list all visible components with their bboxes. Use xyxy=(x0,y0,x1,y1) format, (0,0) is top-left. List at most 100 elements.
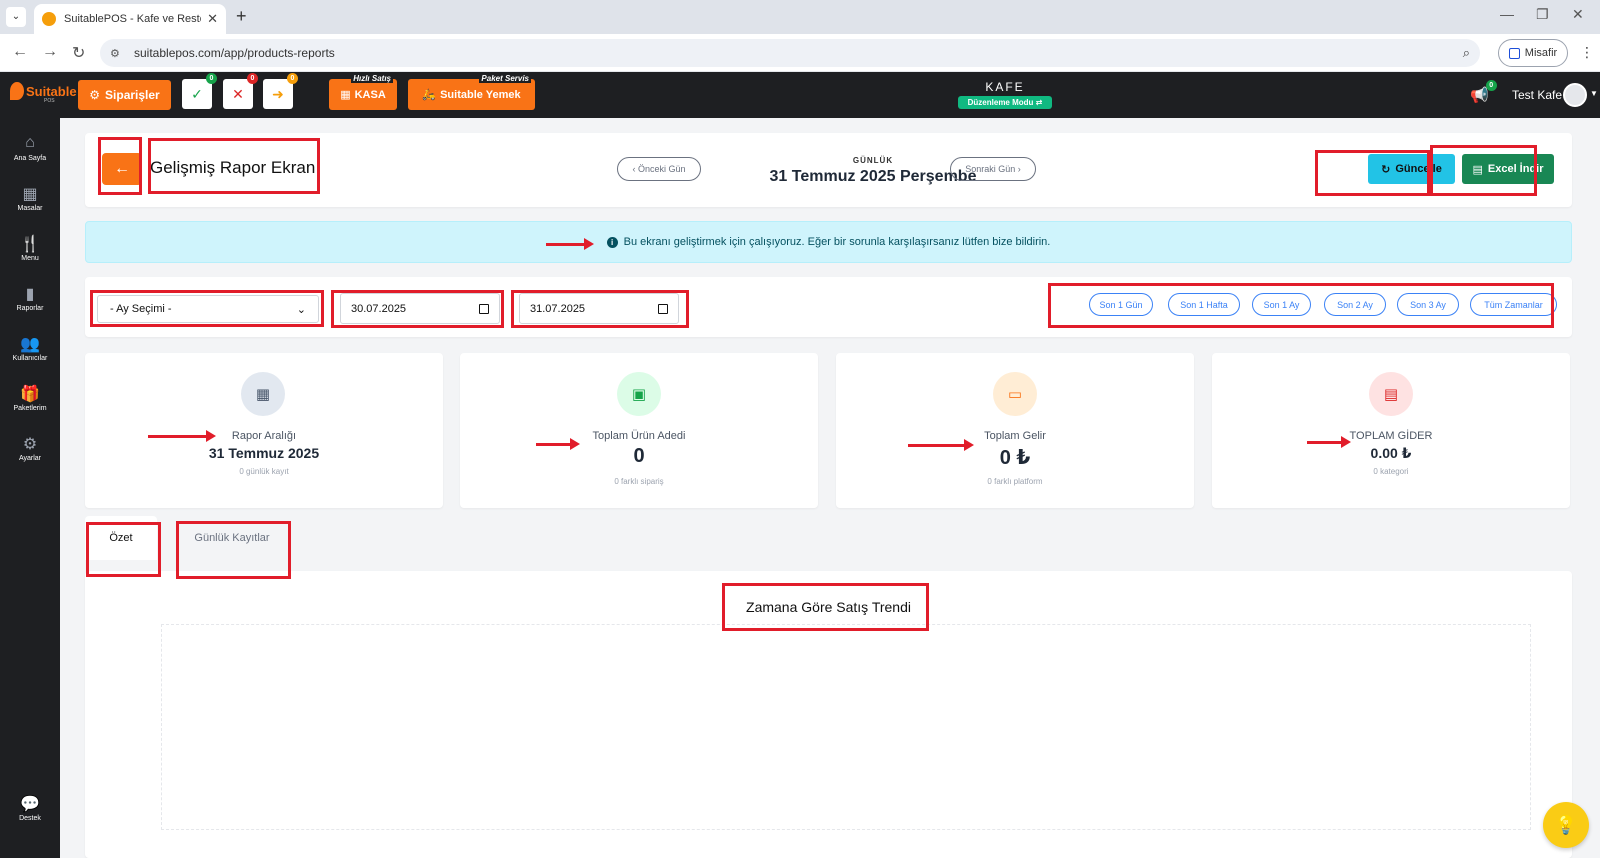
minimize-icon[interactable]: — xyxy=(1500,6,1514,22)
new-tab-icon[interactable]: + xyxy=(236,6,247,27)
stat-sub: 0 farklı platform xyxy=(987,477,1043,486)
refresh-icon: ↻ xyxy=(1381,163,1391,176)
home-icon: ⌂ xyxy=(25,134,35,151)
range-1-week-button[interactable]: Son 1 Hafta xyxy=(1168,293,1240,316)
info-icon: i xyxy=(606,236,618,248)
stat-card-income: ▭ Toplam Gelir 0 ₺ 0 farklı platform xyxy=(836,353,1194,508)
logo[interactable]: Suitable POS xyxy=(10,82,77,104)
browser-menu-icon[interactable]: ⋮ xyxy=(1580,44,1594,61)
sidebar-item-reports[interactable]: ▮ Raporlar xyxy=(0,284,60,312)
completed-count-badge: 0 xyxy=(206,73,217,84)
end-date-value: 31.07.2025 xyxy=(530,302,586,315)
sidebar-item-support[interactable]: 💬 Destek xyxy=(0,794,60,822)
stat-sub: 0 günlük kayıt xyxy=(239,467,289,476)
support-icon: 💬 xyxy=(20,796,40,813)
site-info-icon[interactable]: ⚙ xyxy=(110,47,124,60)
money-icon: ▭ xyxy=(993,372,1037,416)
avatar[interactable] xyxy=(1563,83,1587,107)
check-icon: ✓ xyxy=(191,85,203,102)
profile-icon xyxy=(1508,47,1520,59)
range-3-months-button[interactable]: Son 3 Ay xyxy=(1397,293,1459,316)
annotation-arrow xyxy=(546,238,594,250)
range-1-month-button[interactable]: Son 1 Ay xyxy=(1252,293,1311,316)
chevron-down-icon: ⌄ xyxy=(296,303,306,316)
excel-download-button[interactable]: ▤ Excel İndir xyxy=(1462,154,1554,184)
close-tab-icon[interactable]: ✕ xyxy=(207,11,218,27)
refresh-button[interactable]: ↻ Güncelle xyxy=(1368,154,1455,184)
sidebar-item-label: Ayarlar xyxy=(18,455,42,462)
stat-value: 0 ₺ xyxy=(999,447,1031,469)
report-tabs: Özet Günlük Kayıtlar xyxy=(85,516,1572,560)
back-nav-icon[interactable]: ← xyxy=(12,43,28,61)
info-message: Bu ekranı geliştirmek için çalışıyoruz. … xyxy=(623,236,1051,248)
transfer-orders-button[interactable]: ➜ 0 xyxy=(263,73,298,109)
range-2-months-button[interactable]: Son 2 Ay xyxy=(1324,293,1386,316)
end-date-input[interactable]: 31.07.2025 xyxy=(519,293,679,324)
tab-list-button[interactable]: ⌄ xyxy=(6,7,26,27)
close-window-icon[interactable]: ✕ xyxy=(1572,6,1584,23)
sales-trend-card: Zamana Göre Satış Trendi xyxy=(85,571,1572,858)
user-name[interactable]: Test Kafe xyxy=(1512,88,1562,102)
sidebar: ⌂ Ana Sayfa ▦ Masalar 🍴 Menu ▮ Raporlar … xyxy=(0,118,60,858)
stat-sub: 0 farklı sipariş xyxy=(614,477,664,486)
sidebar-item-label: Paketlerim xyxy=(13,405,47,412)
url-field[interactable]: ⚙ suitablepos.com/app/products-reports ⌕ xyxy=(100,39,1480,67)
restore-icon[interactable]: ❐ xyxy=(1536,6,1549,23)
x-icon: ✕ xyxy=(232,85,244,102)
next-day-button[interactable]: Sonraki Gün › xyxy=(950,157,1036,181)
settings-icon: ⚙ xyxy=(22,436,38,453)
month-select[interactable]: - Ay Seçimi - ⌄ xyxy=(97,295,319,323)
stat-value: 0.00 ₺ xyxy=(1370,445,1412,461)
sidebar-item-home[interactable]: ⌂ Ana Sayfa xyxy=(0,134,60,162)
help-lightbulb-button[interactable]: 💡 xyxy=(1543,802,1589,848)
calendar-icon[interactable] xyxy=(658,303,668,314)
arrow-left-icon: ← xyxy=(114,160,130,177)
zoom-icon[interactable]: ⌕ xyxy=(1463,45,1470,61)
forward-nav-icon[interactable]: → xyxy=(42,43,58,61)
sidebar-item-settings[interactable]: ⚙ Ayarlar xyxy=(0,434,60,462)
edit-mode-toggle[interactable]: Düzenleme Modu ⇄ xyxy=(958,96,1052,109)
refresh-label: Güncelle xyxy=(1395,163,1442,175)
calendar-icon[interactable] xyxy=(479,303,489,314)
profile-button[interactable]: Misafir xyxy=(1498,39,1568,67)
start-date-input[interactable]: 30.07.2025 xyxy=(340,293,500,324)
stat-value: 0 xyxy=(633,445,645,467)
kasa-tag: Hızlı Satış xyxy=(351,74,393,83)
table-icon: ▦ xyxy=(22,186,38,203)
notification-count-badge: 0 xyxy=(1485,80,1497,91)
menu-icon: 🍴 xyxy=(20,236,40,253)
sidebar-item-menu[interactable]: 🍴 Menu xyxy=(0,234,60,262)
prev-day-button[interactable]: ‹ Önceki Gün xyxy=(617,157,701,181)
stat-label: Toplam Gelir xyxy=(984,430,1046,442)
browser-tab[interactable]: SuitablePOS - Kafe ve Restoran ✕ xyxy=(34,4,226,34)
browser-tabbar: ⌄ SuitablePOS - Kafe ve Restoran ✕ + — ❐… xyxy=(0,0,1600,34)
chart-area xyxy=(161,624,1531,830)
tab-summary[interactable]: Özet xyxy=(85,516,157,560)
reports-icon: ▮ xyxy=(25,286,35,303)
announcements-icon[interactable]: 📢 0 xyxy=(1470,80,1497,104)
start-date-value: 30.07.2025 xyxy=(351,302,407,315)
back-button[interactable]: ← xyxy=(102,153,142,185)
stat-value: 31 Temmuz 2025 xyxy=(208,445,320,461)
cancelled-orders-button[interactable]: ✕ 0 xyxy=(223,73,258,109)
address-bar: ← → ↻ ⚙ suitablepos.com/app/products-rep… xyxy=(0,34,1600,72)
file-excel-icon: ▤ xyxy=(1472,163,1483,176)
kasa-button[interactable]: Hızlı Satış ▦ KASA xyxy=(329,74,397,110)
sidebar-item-tables[interactable]: ▦ Masalar xyxy=(0,184,60,212)
annotation-arrow xyxy=(148,430,216,442)
period-label: GÜNLÜK xyxy=(852,156,894,165)
sidebar-item-users[interactable]: 👥 Kullanıcılar xyxy=(0,334,60,362)
chevron-down-icon[interactable]: ▼ xyxy=(1590,89,1598,98)
sidebar-item-label: Masalar xyxy=(17,205,43,212)
logo-text: Suitable xyxy=(26,83,77,99)
orders-button[interactable]: ⚙ Siparişler xyxy=(78,80,171,110)
sidebar-item-label: Destek xyxy=(19,815,41,822)
completed-orders-button[interactable]: ✓ 0 xyxy=(182,73,217,109)
tab-daily-records[interactable]: Günlük Kayıtlar xyxy=(177,516,287,560)
range-all-time-button[interactable]: Tüm Zamanlar xyxy=(1470,293,1557,316)
range-1-day-button[interactable]: Son 1 Gün xyxy=(1089,293,1153,316)
suitable-yemek-button[interactable]: Paket Servis 🛵 Suitable Yemek xyxy=(408,74,535,110)
reload-icon[interactable]: ↻ xyxy=(72,43,85,63)
url-text: suitablepos.com/app/products-reports xyxy=(134,46,335,60)
sidebar-item-packages[interactable]: 🎁 Paketlerim xyxy=(0,384,60,412)
